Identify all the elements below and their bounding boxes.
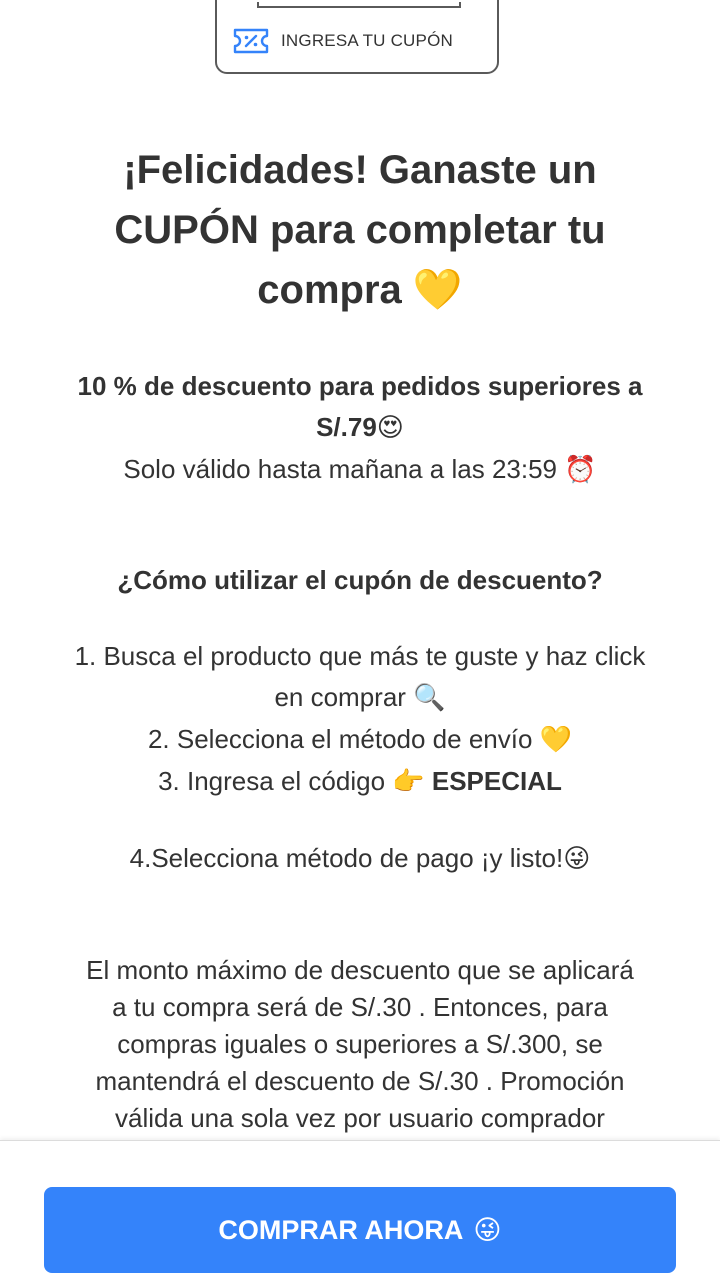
offer-line-2: S/.79😍 — [20, 407, 700, 449]
offer-block: 10 % de descuento para pedidos superiore… — [20, 366, 700, 491]
offer-threshold: S/.79 — [316, 412, 377, 442]
terms-line-4: mantendrá el descuento de S/.30 . Promoc… — [95, 1066, 625, 1096]
headline-line-2: CUPÓN para completar tu — [114, 208, 606, 252]
terms-line-2: a tu compra será de S/.30 . Entonces, pa… — [112, 992, 608, 1022]
headline-line-3: compra 💛 — [60, 260, 660, 320]
congrats-headline: ¡Felicidades! Ganaste un CUPÓN para comp… — [60, 140, 660, 320]
heart-eyes-icon: 😍 — [376, 413, 404, 443]
terms-line-1: El monto máximo de descuento que se apli… — [86, 955, 634, 985]
coupon-page: INGRESA TU CUPÓN ¡Felicidades! Ganaste u… — [0, 0, 720, 1280]
magnifier-icon: 🔍 — [413, 683, 446, 713]
step-3-text: 3. Ingresa el código — [158, 766, 386, 796]
buy-now-button[interactable]: COMPRAR AHORA 😜 — [44, 1187, 676, 1273]
buy-now-label: COMPRAR AHORA — [218, 1214, 464, 1245]
step-4-text: 4.Selecciona método de pago ¡y listo! — [129, 843, 564, 873]
coupon-entry-label: INGRESA TU CUPÓN — [281, 31, 453, 50]
step-2-text: 2. Selecciona el método de envío — [147, 724, 533, 754]
howto-title: ¿Cómo utilizar el cupón de descuento? — [117, 565, 603, 595]
headline-line-3-text: compra — [257, 268, 402, 312]
coupon-card-tab — [257, 2, 461, 8]
offer-validity: Solo válido hasta mañana a las 23:59 ⏰ — [20, 449, 700, 491]
step-3: 3. Ingresa el código 👉 ESPECIAL — [20, 761, 700, 803]
coupon-input-card[interactable]: INGRESA TU CUPÓN — [215, 0, 499, 74]
terms-line-3: compras iguales o superiores a S/.300, s… — [117, 1029, 603, 1059]
offer-line-1: 10 % de descuento para pedidos superiore… — [77, 371, 643, 401]
pointing-right-icon: 👉 — [392, 767, 425, 797]
offer-validity-text: Solo válido hasta mañana a las 23:59 — [123, 454, 558, 484]
terms-line-5: válida una sola vez por usuario comprado… — [115, 1103, 605, 1133]
alarm-clock-icon: ⏰ — [564, 455, 597, 485]
coupon-entry-row[interactable]: INGRESA TU CUPÓN — [233, 28, 453, 54]
step-1-line-2: en comprar 🔍 — [20, 677, 700, 719]
steps-list: 1. Busca el producto que más te guste y … — [20, 636, 700, 803]
step-1-line-1: 1. Busca el producto que más te guste y … — [74, 641, 646, 671]
ticket-percent-icon — [233, 28, 269, 54]
terms-block: El monto máximo de descuento que se apli… — [20, 952, 700, 1137]
step-4: 4.Selecciona método de pago ¡y listo!😜 — [20, 838, 700, 880]
headline-line-1: ¡Felicidades! Ganaste un — [123, 148, 597, 192]
bottom-action-bar: COMPRAR AHORA 😜 — [0, 1140, 720, 1280]
yellow-heart-icon: 💛 — [539, 725, 573, 755]
coupon-code: ESPECIAL — [431, 766, 562, 796]
winking-tongue-icon: 😜 — [473, 1214, 502, 1246]
winking-tongue-icon: 😜 — [563, 844, 591, 874]
step-1-text: en comprar — [274, 682, 406, 712]
yellow-heart-icon: 💛 — [412, 267, 463, 313]
step-2: 2. Selecciona el método de envío 💛 — [20, 719, 700, 761]
